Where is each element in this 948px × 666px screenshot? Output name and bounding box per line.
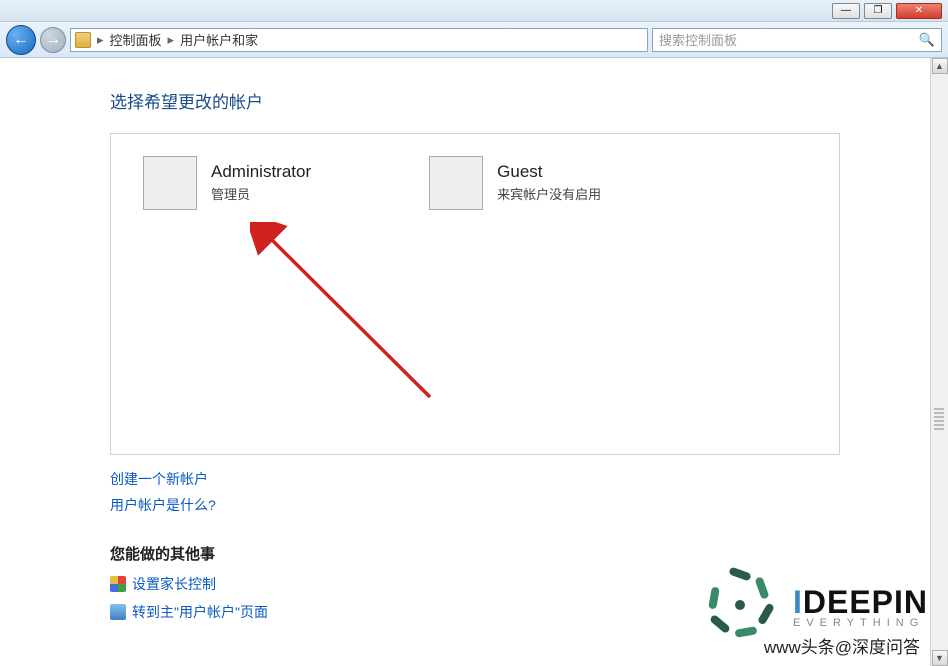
account-info: Administrator 管理员 <box>211 156 311 210</box>
account-info: Guest 来宾帐户没有启用 <box>497 156 601 210</box>
chevron-right-icon: ▸ <box>168 32 175 48</box>
scrollbar-grip-icon <box>934 408 944 432</box>
search-box[interactable]: 搜索控制面板 🔍 <box>652 28 942 52</box>
minimize-button[interactable]: — <box>832 3 860 19</box>
navbar: ← → ▸ 控制面板 ▸ 用户帐户和家 搜索控制面板 🔍 <box>0 22 948 58</box>
scroll-thumb[interactable] <box>933 76 947 648</box>
task-label: 设置家长控制 <box>132 574 216 594</box>
task-label: 转到主"用户帐户"页面 <box>132 602 268 622</box>
guest-avatar-icon <box>429 156 483 210</box>
breadcrumb-seg-1[interactable]: 控制面板 <box>110 30 162 49</box>
shield-icon <box>110 576 126 592</box>
nav-forward-button[interactable]: → <box>40 27 66 53</box>
scroll-up-button[interactable]: ▲ <box>932 58 948 74</box>
watermark: IDEEPIN EVERYTHING <box>701 566 928 646</box>
page-heading: 选择希望更改的帐户 <box>110 88 840 113</box>
account-name: Administrator <box>211 162 311 182</box>
scroll-down-button[interactable]: ▼ <box>932 650 948 666</box>
link-what-is-account[interactable]: 用户帐户是什么? <box>110 495 840 515</box>
chevron-right-icon: ▸ <box>97 32 104 48</box>
titlebar: — ❐ ✕ <box>0 0 948 22</box>
accounts-container: Administrator 管理员 Guest 来宾帐户没有启用 <box>110 133 840 455</box>
vertical-scrollbar[interactable]: ▲ ▼ <box>930 58 948 666</box>
account-name: Guest <box>497 162 601 182</box>
user-icon <box>110 604 126 620</box>
account-links: 创建一个新帐户 用户帐户是什么? <box>110 469 840 515</box>
maximize-button[interactable]: ❐ <box>864 3 892 19</box>
watermark-subtitle: EVERYTHING <box>793 617 928 629</box>
link-create-account[interactable]: 创建一个新帐户 <box>110 469 840 489</box>
other-tasks-header: 您能做的其他事 <box>110 543 840 564</box>
watermark-brand: IDEEPIN <box>793 584 928 621</box>
account-status: 来宾帐户没有启用 <box>497 184 601 203</box>
address-bar[interactable]: ▸ 控制面板 ▸ 用户帐户和家 <box>70 28 648 52</box>
search-placeholder: 搜索控制面板 <box>659 30 737 49</box>
nav-back-button[interactable]: ← <box>6 25 36 55</box>
watermark-logo-icon <box>701 566 781 646</box>
search-icon: 🔍 <box>919 32 935 48</box>
address-icon <box>75 32 91 48</box>
admin-avatar-icon <box>143 156 197 210</box>
account-administrator[interactable]: Administrator 管理员 <box>139 152 315 214</box>
account-role: 管理员 <box>211 184 311 203</box>
account-guest[interactable]: Guest 来宾帐户没有启用 <box>425 152 605 214</box>
close-button[interactable]: ✕ <box>896 3 942 19</box>
breadcrumb-seg-2[interactable]: 用户帐户和家 <box>180 30 258 49</box>
watermark-text: IDEEPIN EVERYTHING <box>793 584 928 629</box>
